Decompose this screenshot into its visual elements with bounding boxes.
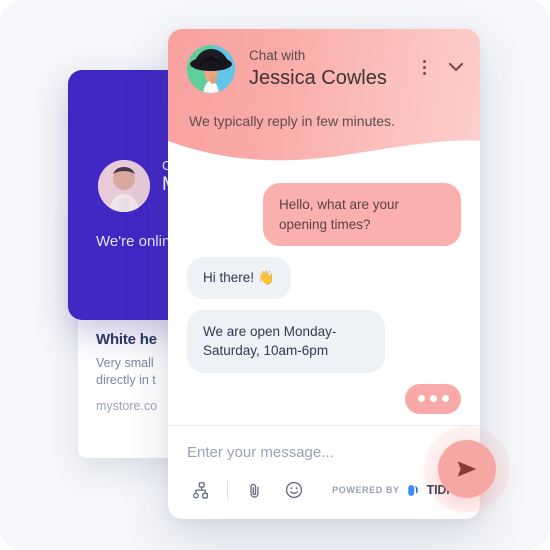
avatar xyxy=(98,160,150,212)
avatar xyxy=(187,45,235,93)
chat-widget: Chat with Jessica Cowles We typically re… xyxy=(168,29,480,519)
message-bubble-incoming: Hi there! 👋 xyxy=(187,257,291,299)
typing-dot xyxy=(441,395,449,403)
typing-dot xyxy=(417,395,425,403)
send-plane-icon xyxy=(457,461,477,477)
message-input[interactable] xyxy=(187,444,461,477)
reply-time-note: We typically reply in few minutes. xyxy=(189,113,395,129)
send-button[interactable] xyxy=(438,440,496,498)
typing-indicator xyxy=(405,383,461,414)
message-row: Hi there! 👋 xyxy=(187,257,461,299)
chat-header: Chat with Jessica Cowles We typically re… xyxy=(168,29,480,165)
sitemap-icon[interactable] xyxy=(187,477,215,503)
message-row: We are open Monday-Saturday, 10am-6pm xyxy=(187,309,461,373)
toolbar-divider xyxy=(227,481,228,499)
chat-header-titles: Chat with Jessica Cowles xyxy=(249,48,416,90)
typing-dot xyxy=(429,395,437,403)
message-bubble-incoming: We are open Monday-Saturday, 10am-6pm xyxy=(187,309,385,373)
composer-tool-icons xyxy=(187,477,308,503)
message-composer: POWERED BY TIDIO xyxy=(168,425,480,519)
tidio-logo-icon xyxy=(407,484,418,496)
message-bubble-outgoing: Hello, what are your opening times? xyxy=(263,183,461,247)
background-panel-status: We're online xyxy=(96,233,179,250)
chevron-down-icon[interactable] xyxy=(446,57,466,77)
chat-with-label: Chat with xyxy=(249,48,306,64)
emoji-icon[interactable] xyxy=(280,477,308,503)
header-wave-divider xyxy=(168,140,480,165)
screenshot-canvas: White he Very small directly in t mystor… xyxy=(0,0,550,550)
paperclip-icon[interactable] xyxy=(240,477,268,503)
message-row: Hello, what are your opening times? xyxy=(187,183,461,247)
powered-by-label: POWERED BY xyxy=(332,485,400,495)
kebab-menu-icon[interactable] xyxy=(416,57,432,77)
chat-header-row: Chat with Jessica Cowles xyxy=(187,45,466,93)
composer-toolbar: POWERED BY TIDIO xyxy=(187,477,461,503)
agent-name: Jessica Cowles xyxy=(249,66,387,89)
message-list: Hello, what are your opening times? Hi t… xyxy=(168,164,480,449)
typing-indicator-row xyxy=(187,383,461,414)
chat-header-actions xyxy=(416,57,466,81)
